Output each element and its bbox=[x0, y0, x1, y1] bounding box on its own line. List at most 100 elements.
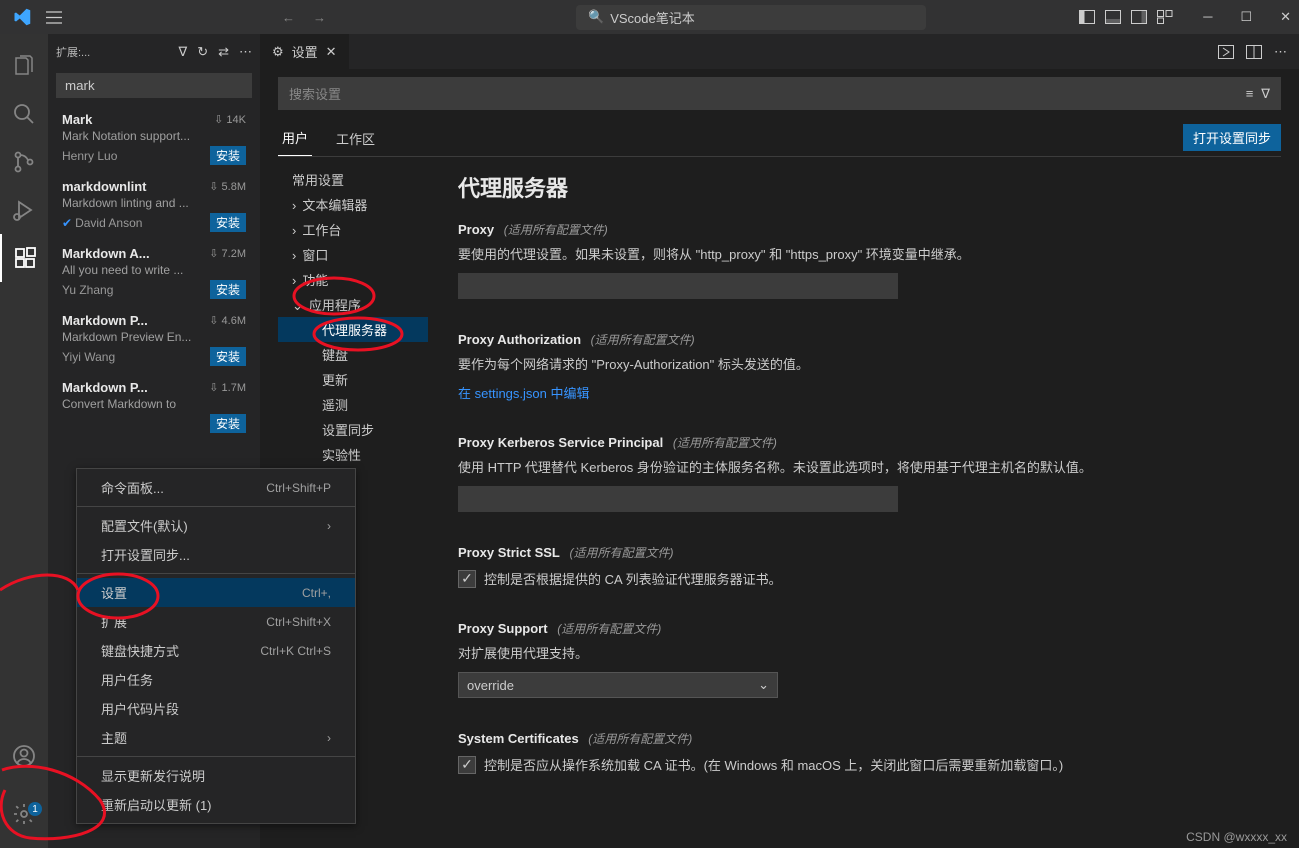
menu-user-tasks[interactable]: 用户任务 bbox=[77, 665, 355, 694]
editor-area: ⚙ 设置 ✕ ⋯ 搜索设置 ≡ ∇ 用户 工作区 打开设置同步 bbox=[260, 34, 1299, 848]
extension-name: Markdown A... bbox=[62, 246, 209, 261]
extension-name: Markdown P... bbox=[62, 380, 209, 395]
activity-debug-icon[interactable] bbox=[0, 186, 48, 234]
install-button[interactable]: 安装 bbox=[210, 213, 246, 232]
tree-keyboard[interactable]: 键盘 bbox=[278, 342, 428, 367]
filter-icon[interactable]: ∇ bbox=[178, 44, 187, 60]
extension-downloads: ⇩ 4.6M bbox=[209, 314, 246, 327]
menu-extensions[interactable]: 扩展 Ctrl+Shift+X bbox=[77, 607, 355, 636]
menu-settings[interactable]: 设置 Ctrl+, bbox=[77, 578, 355, 607]
activity-scm-icon[interactable] bbox=[0, 138, 48, 186]
extension-desc: All you need to write ... bbox=[62, 263, 246, 277]
install-button[interactable]: 安装 bbox=[210, 414, 246, 433]
hamburger-menu-icon[interactable] bbox=[46, 11, 62, 24]
proxy-kerberos-input[interactable] bbox=[458, 486, 898, 512]
activity-search-icon[interactable] bbox=[0, 90, 48, 138]
tree-experimental[interactable]: 实验性 bbox=[278, 442, 428, 467]
titlebar: ← → 🔍 VScode笔记本 ─ ☐ ✕ bbox=[0, 0, 1299, 34]
settings-funnel-icon[interactable]: ∇ bbox=[1261, 86, 1270, 102]
command-center[interactable]: 🔍 VScode笔记本 bbox=[576, 5, 926, 30]
install-button[interactable]: 安装 bbox=[210, 280, 246, 299]
layout-panel-bottom-icon[interactable] bbox=[1105, 10, 1121, 24]
menu-themes[interactable]: 主题 › bbox=[77, 723, 355, 752]
menu-profiles[interactable]: 配置文件(默认) › bbox=[77, 511, 355, 540]
activity-gear-icon[interactable] bbox=[0, 790, 48, 838]
nav-forward-icon[interactable]: → bbox=[313, 10, 326, 25]
activity-extensions-icon[interactable] bbox=[0, 234, 48, 282]
layout-panel-left-icon[interactable] bbox=[1079, 10, 1095, 24]
layout-panel-right-icon[interactable] bbox=[1131, 10, 1147, 24]
clear-icon[interactable]: ⇄ bbox=[218, 44, 229, 60]
layout-customize-icon[interactable] bbox=[1157, 10, 1173, 24]
editor-tabs: ⚙ 设置 ✕ ⋯ bbox=[260, 34, 1299, 69]
tree-update[interactable]: 更新 bbox=[278, 367, 428, 392]
settings-detail: 代理服务器 Proxy (适用所有配置文件) 要使用的代理设置。如果未设置，则将… bbox=[428, 157, 1281, 848]
extension-name: Mark bbox=[62, 112, 214, 127]
extension-item[interactable]: Mark⇩ 14KMark Notation support...Henry L… bbox=[48, 106, 260, 173]
tree-common[interactable]: 常用设置 bbox=[278, 167, 428, 192]
command-center-label: VScode笔记本 bbox=[610, 8, 695, 27]
proxy-input[interactable] bbox=[458, 273, 898, 299]
edit-in-settings-json-link[interactable]: 在 settings.json 中编辑 bbox=[458, 383, 590, 402]
proxy-support-value: override bbox=[467, 678, 514, 693]
window-maximize-icon[interactable]: ☐ bbox=[1240, 9, 1252, 25]
menu-command-palette[interactable]: 命令面板... Ctrl+Shift+P bbox=[77, 473, 355, 502]
extension-item[interactable]: Markdown P...⇩ 4.6MMarkdown Preview En..… bbox=[48, 307, 260, 374]
gear-update-badge: 1 bbox=[28, 802, 42, 816]
scope-user-tab[interactable]: 用户 bbox=[278, 122, 312, 156]
system-certs-checkbox[interactable]: ✓ bbox=[458, 756, 476, 774]
extension-item[interactable]: markdownlint⇩ 5.8MMarkdown linting and .… bbox=[48, 173, 260, 240]
more-icon[interactable]: ⋯ bbox=[239, 44, 252, 60]
search-icon: 🔍 bbox=[588, 9, 604, 25]
install-button[interactable]: 安装 bbox=[210, 146, 246, 165]
proxy-scope: (适用所有配置文件) bbox=[504, 223, 608, 237]
menu-show-release-notes[interactable]: 显示更新发行说明 bbox=[77, 761, 355, 790]
install-button[interactable]: 安装 bbox=[210, 347, 246, 366]
tree-settings-sync[interactable]: 设置同步 bbox=[278, 417, 428, 442]
proxy-support-select[interactable]: override ⌄ bbox=[458, 672, 778, 698]
extension-item[interactable]: Markdown P...⇩ 1.7MConvert Markdown to安装 bbox=[48, 374, 260, 441]
extension-downloads: ⇩ 1.7M bbox=[209, 381, 246, 394]
nav-back-icon[interactable]: ← bbox=[282, 10, 295, 25]
tree-telemetry[interactable]: 遥测 bbox=[278, 392, 428, 417]
extension-downloads: ⇩ 5.8M bbox=[209, 180, 246, 193]
tree-text-editor[interactable]: 文本编辑器 bbox=[278, 192, 428, 217]
menu-restart-to-update[interactable]: 重新启动以更新 (1) bbox=[77, 790, 355, 819]
tree-application[interactable]: 应用程序 bbox=[278, 292, 428, 317]
scope-workspace-tab[interactable]: 工作区 bbox=[332, 123, 379, 156]
proxy-kerberos-desc: 使用 HTTP 代理替代 Kerberos 身份验证的主体服务名称。未设置此选项… bbox=[458, 457, 1261, 476]
open-json-icon[interactable] bbox=[1218, 45, 1234, 59]
tree-features[interactable]: 功能 bbox=[278, 267, 428, 292]
refresh-icon[interactable]: ↻ bbox=[197, 44, 208, 60]
window-minimize-icon[interactable]: ─ bbox=[1203, 9, 1212, 25]
gear-context-menu: 命令面板... Ctrl+Shift+P 配置文件(默认) › 打开设置同步..… bbox=[76, 468, 356, 824]
activity-bar bbox=[0, 34, 48, 848]
vscode-logo bbox=[8, 8, 36, 26]
menu-keyboard-shortcuts[interactable]: 键盘快捷方式 Ctrl+K Ctrl+S bbox=[77, 636, 355, 665]
settings-search-placeholder: 搜索设置 bbox=[289, 84, 341, 103]
menu-open-settings-sync[interactable]: 打开设置同步... bbox=[77, 540, 355, 569]
settings-filter-icon[interactable]: ≡ bbox=[1246, 86, 1254, 102]
close-icon[interactable]: ✕ bbox=[326, 44, 337, 60]
extension-downloads: ⇩ 7.2M bbox=[209, 247, 246, 260]
watermark: CSDN @wxxxx_xx bbox=[1186, 830, 1287, 844]
proxy-kerberos-title: Proxy Kerberos Service Principal bbox=[458, 435, 663, 450]
tree-workbench[interactable]: 工作台 bbox=[278, 217, 428, 242]
sidebar-title: 扩展:... bbox=[56, 44, 168, 60]
chevron-right-icon: › bbox=[327, 519, 331, 533]
tree-proxy[interactable]: 代理服务器 bbox=[278, 317, 428, 342]
settings-search-input[interactable]: 搜索设置 ≡ ∇ bbox=[278, 77, 1281, 110]
menu-user-snippets[interactable]: 用户代码片段 bbox=[77, 694, 355, 723]
activity-explorer-icon[interactable] bbox=[0, 42, 48, 90]
proxy-title: Proxy bbox=[458, 222, 494, 237]
tree-window[interactable]: 窗口 bbox=[278, 242, 428, 267]
tab-more-icon[interactable]: ⋯ bbox=[1274, 44, 1287, 60]
extension-item[interactable]: Markdown A...⇩ 7.2M All you need to write… bbox=[48, 240, 260, 307]
open-settings-sync-button[interactable]: 打开设置同步 bbox=[1183, 124, 1281, 151]
activity-account-icon[interactable] bbox=[0, 732, 48, 780]
extension-search-input[interactable] bbox=[56, 73, 252, 98]
split-editor-icon[interactable] bbox=[1246, 45, 1262, 59]
window-close-icon[interactable]: ✕ bbox=[1280, 9, 1291, 25]
proxy-ssl-checkbox[interactable]: ✓ bbox=[458, 570, 476, 588]
tab-settings[interactable]: ⚙ 设置 ✕ bbox=[260, 34, 350, 69]
